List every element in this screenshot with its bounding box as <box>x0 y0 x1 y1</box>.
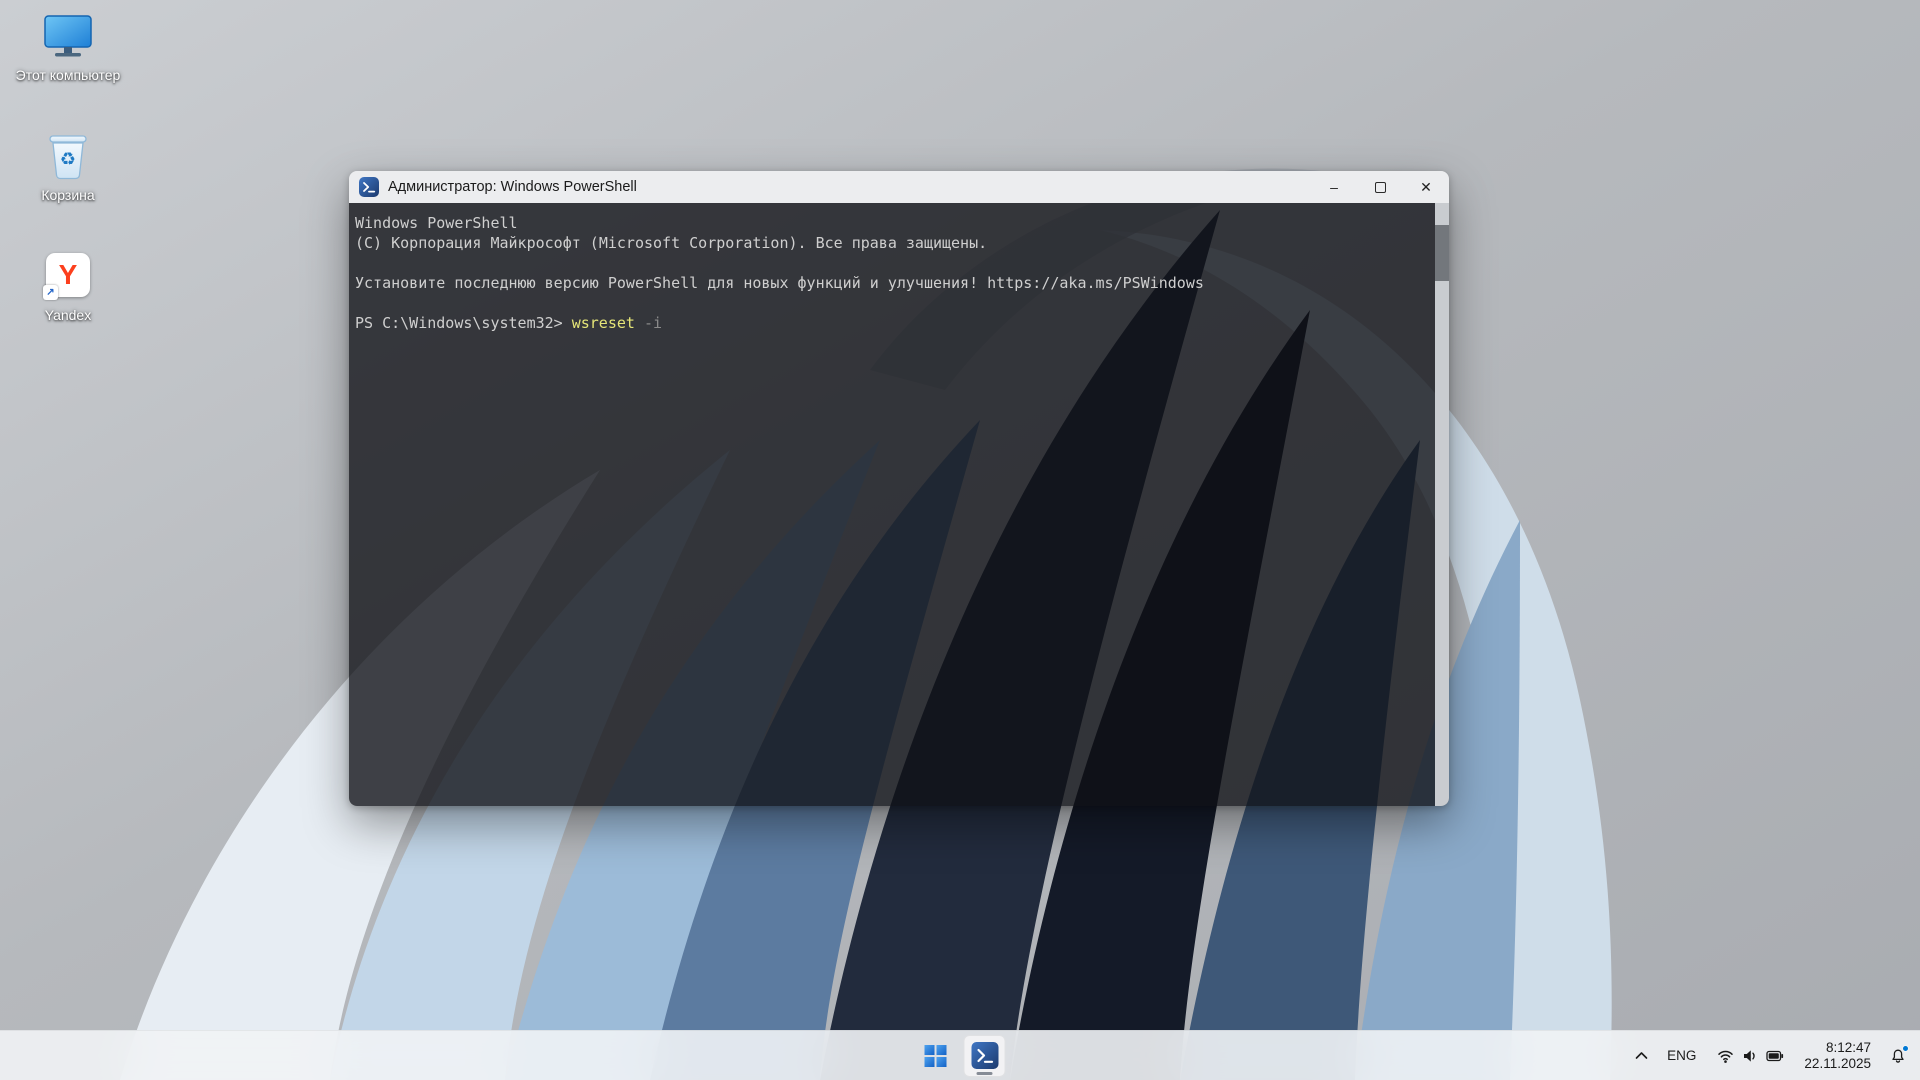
close-button[interactable]: ✕ <box>1403 171 1449 203</box>
yandex-icon: Y ↗ <box>41 248 95 302</box>
recycle-bin-icon: ♻ <box>41 128 95 182</box>
this-pc-icon <box>41 8 95 62</box>
window-title: Администратор: Windows PowerShell <box>388 179 637 195</box>
volume-icon <box>1742 1048 1758 1064</box>
system-tray: ENG 8:12:47 22.11.2025 <box>1627 1031 1914 1080</box>
desktop-icon-label: Корзина <box>41 187 94 204</box>
windows-logo-icon <box>925 1045 947 1067</box>
console-blank-line <box>355 253 1427 273</box>
window-controls: – ✕ <box>1311 171 1449 203</box>
desktop-icon-yandex[interactable]: Y ↗ Yandex <box>10 248 126 352</box>
console-update-notice: Установите последнюю версию PowerShell д… <box>355 273 1427 293</box>
svg-text:♻: ♻ <box>60 149 76 170</box>
desktop-icon-label: Этот компьютер <box>16 67 121 84</box>
notification-bell-button[interactable] <box>1882 1036 1914 1076</box>
scrollbar-thumb[interactable] <box>1435 225 1449 281</box>
console-blank-line <box>355 293 1427 313</box>
wifi-icon <box>1717 1048 1734 1064</box>
console-prompt: PS C:\Windows\system32> <box>355 314 563 332</box>
powershell-taskbar-icon <box>971 1042 998 1069</box>
powershell-window: Администратор: Windows PowerShell – ✕ Wi… <box>349 171 1449 806</box>
start-button[interactable] <box>915 1035 957 1077</box>
console-prompt-line: PS C:\Windows\system32> wsreset -i <box>355 313 1427 333</box>
console-command: wsreset <box>572 314 635 332</box>
console-output[interactable]: Windows PowerShell (C) Корпорация Майкро… <box>349 203 1449 806</box>
battery-icon <box>1766 1050 1784 1062</box>
tray-date: 22.11.2025 <box>1804 1056 1871 1072</box>
desktop-icon-this-pc[interactable]: Этот компьютер <box>10 8 126 112</box>
taskbar-powershell-button[interactable] <box>964 1035 1006 1077</box>
taskbar: ENG 8:12:47 22.11.2025 <box>0 1030 1920 1080</box>
console-banner-line: (C) Корпорация Майкрософт (Microsoft Cor… <box>355 233 1427 253</box>
powershell-titlebar-icon <box>359 177 379 197</box>
taskbar-center <box>915 1031 1006 1080</box>
language-indicator[interactable]: ENG <box>1657 1036 1706 1076</box>
notification-badge <box>1902 1045 1909 1052</box>
console-banner-line: Windows PowerShell <box>355 213 1427 233</box>
minimize-button[interactable]: – <box>1311 171 1357 203</box>
scrollbar[interactable] <box>1435 203 1449 806</box>
desktop-icon-recycle-bin[interactable]: ♻ Корзина <box>10 128 126 232</box>
active-app-indicator <box>977 1072 993 1075</box>
shortcut-arrow-icon: ↗ <box>43 285 58 300</box>
maximize-button[interactable] <box>1357 171 1403 203</box>
desktop-icon-grid: Этот компьютер ♻ Корзина Y ↗ Yandex <box>10 8 126 352</box>
window-titlebar[interactable]: Администратор: Windows PowerShell – ✕ <box>349 171 1449 203</box>
chevron-up-icon <box>1635 1051 1648 1060</box>
quick-settings-button[interactable] <box>1708 1036 1793 1076</box>
tray-overflow-chevron[interactable] <box>1627 1036 1655 1076</box>
console-argument: -i <box>644 314 662 332</box>
tray-time: 8:12:47 <box>1826 1040 1871 1056</box>
maximize-icon <box>1375 182 1386 193</box>
desktop-icon-label: Yandex <box>45 307 91 324</box>
taskbar-clock[interactable]: 8:12:47 22.11.2025 <box>1795 1036 1880 1076</box>
